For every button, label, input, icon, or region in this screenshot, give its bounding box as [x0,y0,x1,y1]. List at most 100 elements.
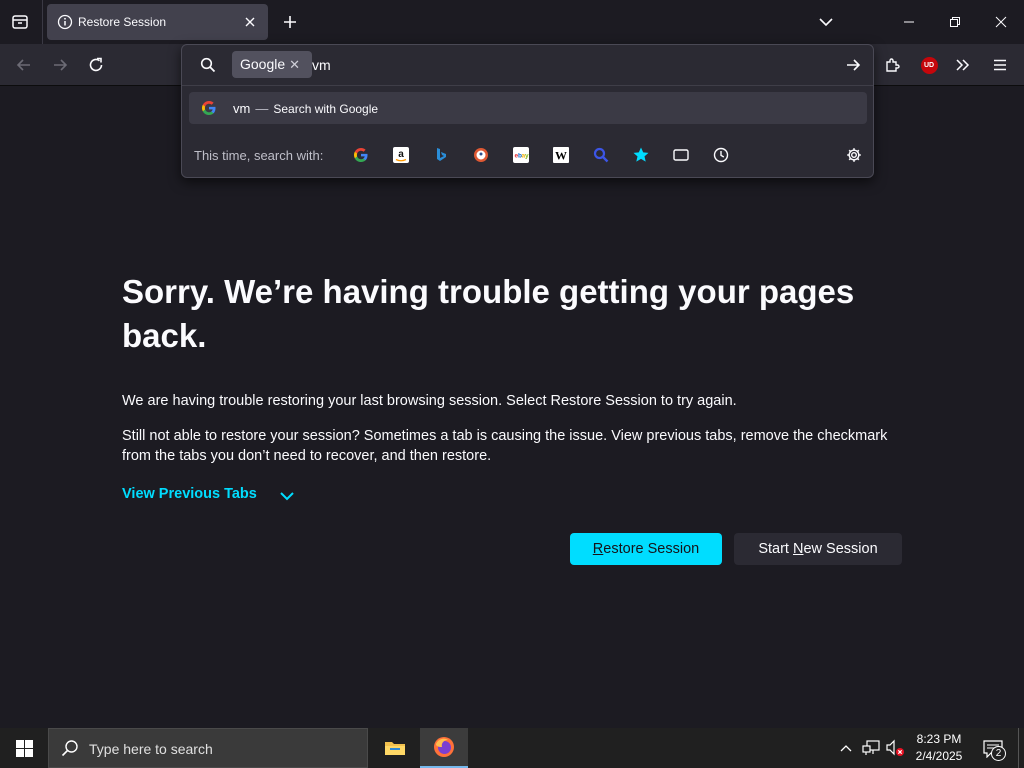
oneoff-google-button[interactable] [351,145,371,165]
wikipedia-icon: W [553,147,569,163]
action-center-button[interactable]: 2 [980,737,1006,761]
oneoff-search-button[interactable] [591,145,611,165]
tab-icon [673,149,689,161]
overflow-menu-button[interactable] [948,50,978,80]
minimize-icon [904,21,914,23]
search-icon [61,739,79,757]
new-session-label-rest: ew Session [803,541,878,557]
page-content: Sorry. We’re having trouble getting your… [0,86,1024,712]
volume-tray-button[interactable] [885,738,905,758]
gear-icon [847,148,861,162]
arrow-left-icon [16,59,30,71]
info-icon [57,14,73,30]
extensions-button[interactable] [878,50,908,80]
taskbar-search-placeholder: Type here to search [89,741,213,757]
oneoff-bookmarks-button[interactable] [631,145,651,165]
tab-title: Restore Session [78,15,167,29]
clock-date: 2/4/2025 [915,749,963,763]
remove-engine-icon[interactable]: ✕ [289,57,300,72]
arrow-right-icon [54,59,68,71]
suggestion-action: Search with Google [273,102,379,116]
reload-icon [89,57,103,72]
windows-taskbar: Type here to search 8:23 PM 2/4/2025 2 [0,728,1024,768]
search-settings-button[interactable] [844,145,864,165]
app-menu-button[interactable] [985,50,1015,80]
divider [182,85,873,86]
ublock-icon: UD [920,56,938,74]
oneoff-duckduckgo-button[interactable] [471,145,491,165]
close-window-button[interactable] [978,0,1024,44]
firefox-view-icon [12,15,28,29]
firefox-taskbar-button[interactable] [420,728,468,768]
amazon-icon: a [393,147,409,163]
back-button[interactable] [9,50,39,80]
file-explorer-taskbar-button[interactable] [372,728,418,768]
search-icon [198,55,218,75]
taskbar-search-box[interactable]: Type here to search [48,728,368,768]
oneoff-ebay-button[interactable]: e b a y [511,145,531,165]
suggestion-text: vm — Search with Google [233,101,378,116]
firefox-view-button[interactable] [4,6,36,38]
restore-accesskey: R [592,541,604,557]
restore-label-rest: estore Session [603,541,700,557]
firefox-icon [434,737,454,757]
chevron-up-icon [840,745,852,752]
start-button[interactable] [0,728,48,768]
address-bar-popup: Google✕ vm — Search with Google This time,… [181,44,874,178]
volume-muted-icon [886,739,904,756]
close-tab-icon[interactable] [241,13,259,31]
view-previous-tabs-link[interactable]: View Previous Tabs [122,486,257,502]
tab-divider [42,0,43,44]
google-icon [354,148,368,162]
restore-session-button[interactable]: Restore Session [570,533,722,565]
forward-button[interactable] [45,50,75,80]
close-icon [995,16,1007,28]
show-desktop-button[interactable] [1018,728,1024,768]
puzzle-icon [886,58,900,72]
svg-text:y: y [525,153,529,160]
oneoff-history-button[interactable] [711,145,731,165]
windows-logo-icon [15,739,33,757]
ublock-origin-button[interactable]: UD [914,50,944,80]
reload-button[interactable] [81,50,111,80]
go-arrow-icon[interactable] [842,54,864,76]
show-hidden-icons-button[interactable] [836,738,856,758]
oneoff-amazon-button[interactable]: a [391,145,411,165]
oneoff-wikipedia-button[interactable]: W [551,145,571,165]
hamburger-menu-icon [994,59,1006,71]
bing-icon [437,148,446,161]
svg-text:W: W [555,149,567,163]
one-off-search-label: This time, search with: [194,148,324,163]
error-description: We are having trouble restoring your las… [122,393,737,409]
taskbar-clock[interactable]: 8:23 PM 2/4/2025 [910,731,968,765]
chevron-down-icon [819,18,833,27]
clock-icon [713,147,729,163]
new-session-accesskey: N [793,541,804,557]
oneoff-bing-button[interactable] [431,145,451,165]
restore-window-icon [950,17,960,27]
minimize-button[interactable] [886,0,932,44]
suggestion-query: vm [233,101,251,116]
start-new-session-button[interactable]: Start New Session [734,533,902,565]
star-icon [633,147,649,162]
plus-icon [284,16,296,28]
oneoff-tabs-button[interactable] [671,145,691,165]
folder-icon [385,742,405,755]
search-suggestion-row[interactable]: vm — Search with Google [189,92,867,124]
new-tab-button[interactable] [276,8,304,36]
network-tray-button[interactable] [861,738,881,758]
address-input[interactable] [312,52,812,78]
suggestion-dash: — [255,101,269,116]
search-engine-name: Google [240,56,286,72]
page-title: Sorry. We’re having trouble getting your… [122,273,855,354]
tab-restore-session[interactable]: Restore Session [47,4,268,40]
clock-time: 8:23 PM [916,732,962,746]
chevron-down-icon[interactable] [277,487,297,505]
magnifier-blue-icon [593,147,609,163]
svg-text:a: a [398,149,404,160]
list-all-tabs-button[interactable] [812,8,840,36]
google-icon [200,99,218,117]
ebay-icon: e b a y [513,147,529,163]
search-engine-chip[interactable]: Google ✕ [232,51,313,78]
restore-window-button[interactable] [932,0,978,44]
